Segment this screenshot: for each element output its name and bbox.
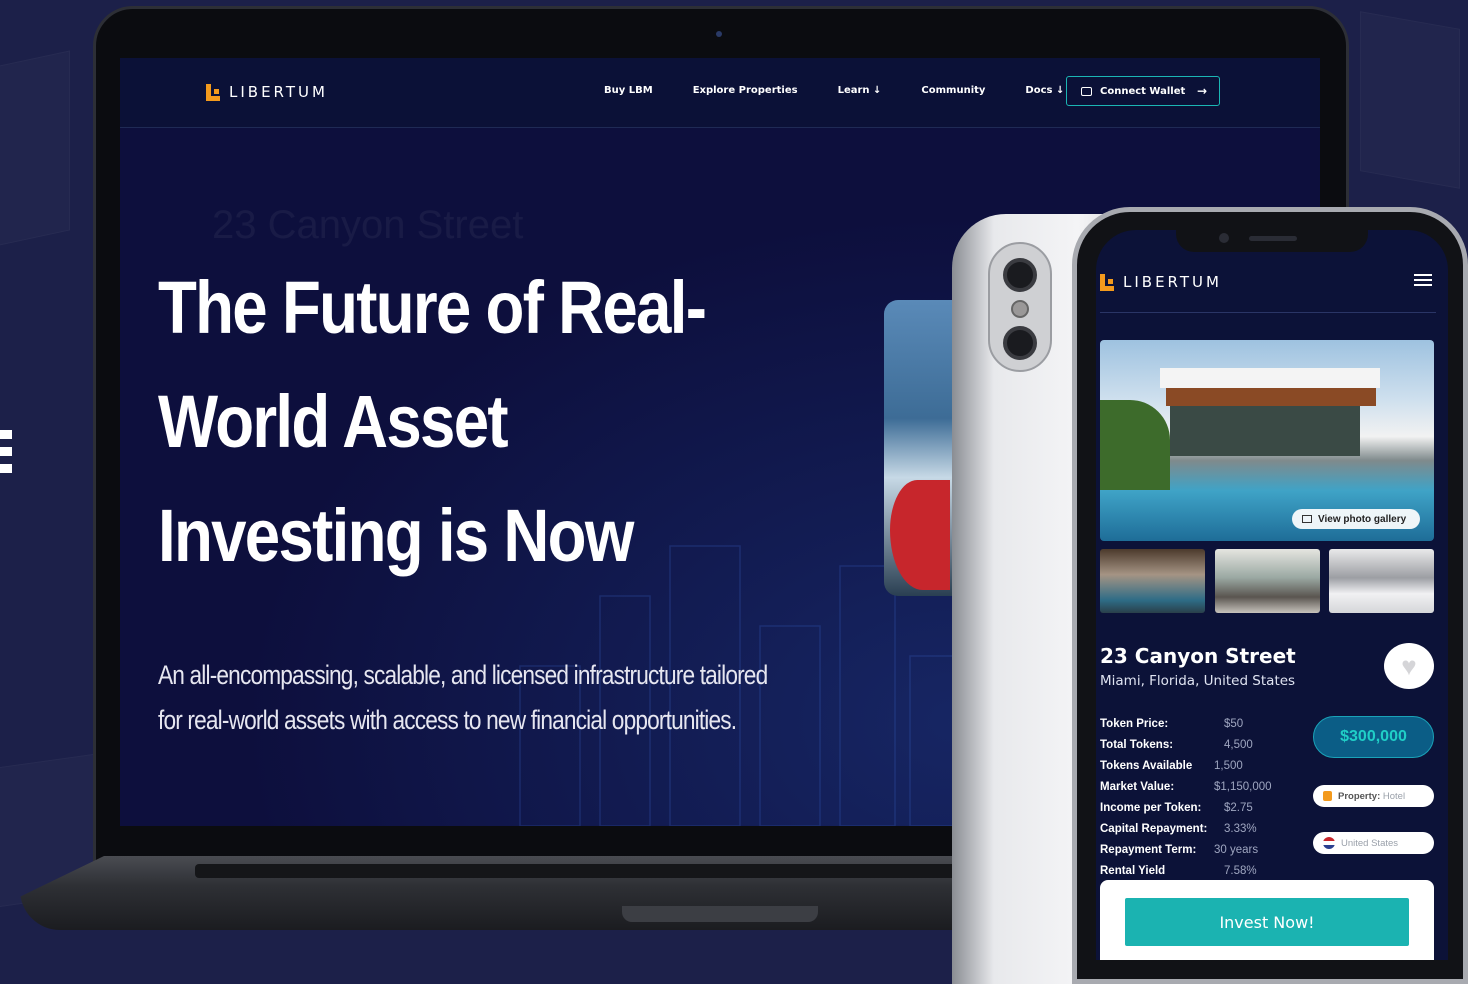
gallery-icon <box>1302 515 1312 523</box>
mobile-logo-text: LIBERTUM <box>1123 273 1222 291</box>
background-map-tile <box>1360 11 1460 189</box>
site-header: LIBERTUM Buy LBM Explore Properties Lear… <box>120 58 1320 128</box>
detail-row-market-value: Market Value: $1,150,000 <box>1100 781 1272 793</box>
property-price-badge: $300,000 <box>1313 716 1434 758</box>
country-badge: United States <box>1313 832 1434 854</box>
view-photo-gallery-label: View photo gallery <box>1318 513 1407 525</box>
property-location: Miami, Florida, United States <box>1100 673 1296 689</box>
laptop-notch <box>622 906 818 922</box>
ghost-property-title: 23 Canyon Street <box>212 203 524 247</box>
detail-value: 7.58% <box>1224 865 1257 877</box>
detail-row-capital-repayment: Capital Repayment: 3.33% <box>1100 823 1257 835</box>
nav-explore-properties[interactable]: Explore Properties <box>693 85 798 96</box>
property-type-value: Hotel <box>1382 790 1406 802</box>
favorite-heart-button[interactable]: ♥ <box>1384 643 1434 689</box>
detail-row-total-tokens: Total Tokens: 4,500 <box>1100 739 1253 751</box>
camera-lens-icon <box>1003 258 1037 292</box>
speaker-grille <box>1249 236 1297 241</box>
camera-lens-icon <box>1003 326 1037 360</box>
hero-subtitle: An all-encompassing, scalable, and licen… <box>158 660 768 735</box>
detail-key: Repayment Term: <box>1100 844 1197 856</box>
libertum-logo[interactable]: LIBERTUM <box>206 83 328 101</box>
detail-row-tokens-available: Tokens Available 1,500 <box>1100 760 1243 772</box>
detail-value: 30 years <box>1214 844 1259 856</box>
property-thumbnail[interactable] <box>1100 549 1205 613</box>
property-thumbnail[interactable] <box>1215 549 1320 613</box>
connect-wallet-label: Connect Wallet <box>1100 85 1186 97</box>
main-nav: Buy LBM Explore Properties Learn ↓ Commu… <box>604 85 1104 96</box>
hero-title: The Future of Real-World Asset Investing… <box>158 266 707 577</box>
view-photo-gallery-button[interactable]: View photo gallery <box>1292 509 1420 529</box>
nav-learn[interactable]: Learn ↓ <box>838 85 882 96</box>
detail-key: Market Value: <box>1100 781 1175 793</box>
detail-row-repayment-term: Repayment Term: 30 years <box>1100 844 1258 856</box>
detail-key: Capital Repayment: <box>1100 823 1208 835</box>
detail-row-rental-yield: Rental Yield 7.58% <box>1100 865 1257 877</box>
detail-key: Tokens Available <box>1100 760 1193 772</box>
front-camera-icon <box>1219 233 1229 243</box>
detail-value: $50 <box>1224 718 1244 730</box>
building-icon <box>1323 791 1332 801</box>
country-value: United States <box>1341 837 1399 849</box>
libertum-logo-icon <box>206 83 220 101</box>
detail-value: 4,500 <box>1224 739 1253 751</box>
detail-value: $1,150,000 <box>1214 781 1272 793</box>
hamburger-menu-icon[interactable] <box>1414 274 1432 289</box>
heart-icon: ♥ <box>1401 650 1417 681</box>
connect-wallet-button[interactable]: Connect Wallet → <box>1066 76 1220 106</box>
nav-docs[interactable]: Docs ↓ <box>1025 85 1064 96</box>
detail-key: Income per Token: <box>1100 802 1202 814</box>
libertum-logo-icon <box>1100 273 1114 291</box>
us-flag-icon <box>1323 837 1335 849</box>
laptop-camera <box>716 31 722 37</box>
nav-community[interactable]: Community <box>921 85 985 96</box>
background-map-tile <box>0 50 70 249</box>
nav-buy-lbm[interactable]: Buy LBM <box>604 85 653 96</box>
detail-key: Token Price: <box>1100 718 1169 730</box>
invest-now-button[interactable]: Invest Now! <box>1125 898 1409 946</box>
property-thumbnail[interactable] <box>1329 549 1434 613</box>
detail-value: 1,500 <box>1214 760 1243 772</box>
detail-value: 3.33% <box>1224 823 1257 835</box>
detail-key: Rental Yield <box>1100 865 1166 877</box>
detail-key: Total Tokens: <box>1100 739 1174 751</box>
detail-row-income-per-token: Income per Token: $2.75 <box>1100 802 1253 814</box>
wallet-icon <box>1081 86 1092 96</box>
detail-value: $2.75 <box>1224 802 1253 814</box>
edge-glyph <box>0 430 12 474</box>
mobile-libertum-logo[interactable]: LIBERTUM <box>1100 273 1222 291</box>
flash-icon <box>1011 300 1029 318</box>
property-type-label: Property: <box>1338 790 1381 802</box>
detail-row-token-price: Token Price: $50 <box>1100 718 1243 730</box>
laptop-keyboard-edge <box>195 864 1015 878</box>
logo-text: LIBERTUM <box>229 83 328 101</box>
property-title: 23 Canyon Street <box>1100 644 1296 668</box>
property-type-badge: Property: Hotel <box>1313 785 1434 807</box>
arrow-right-icon: → <box>1196 84 1207 98</box>
mobile-header-divider <box>1100 312 1436 313</box>
